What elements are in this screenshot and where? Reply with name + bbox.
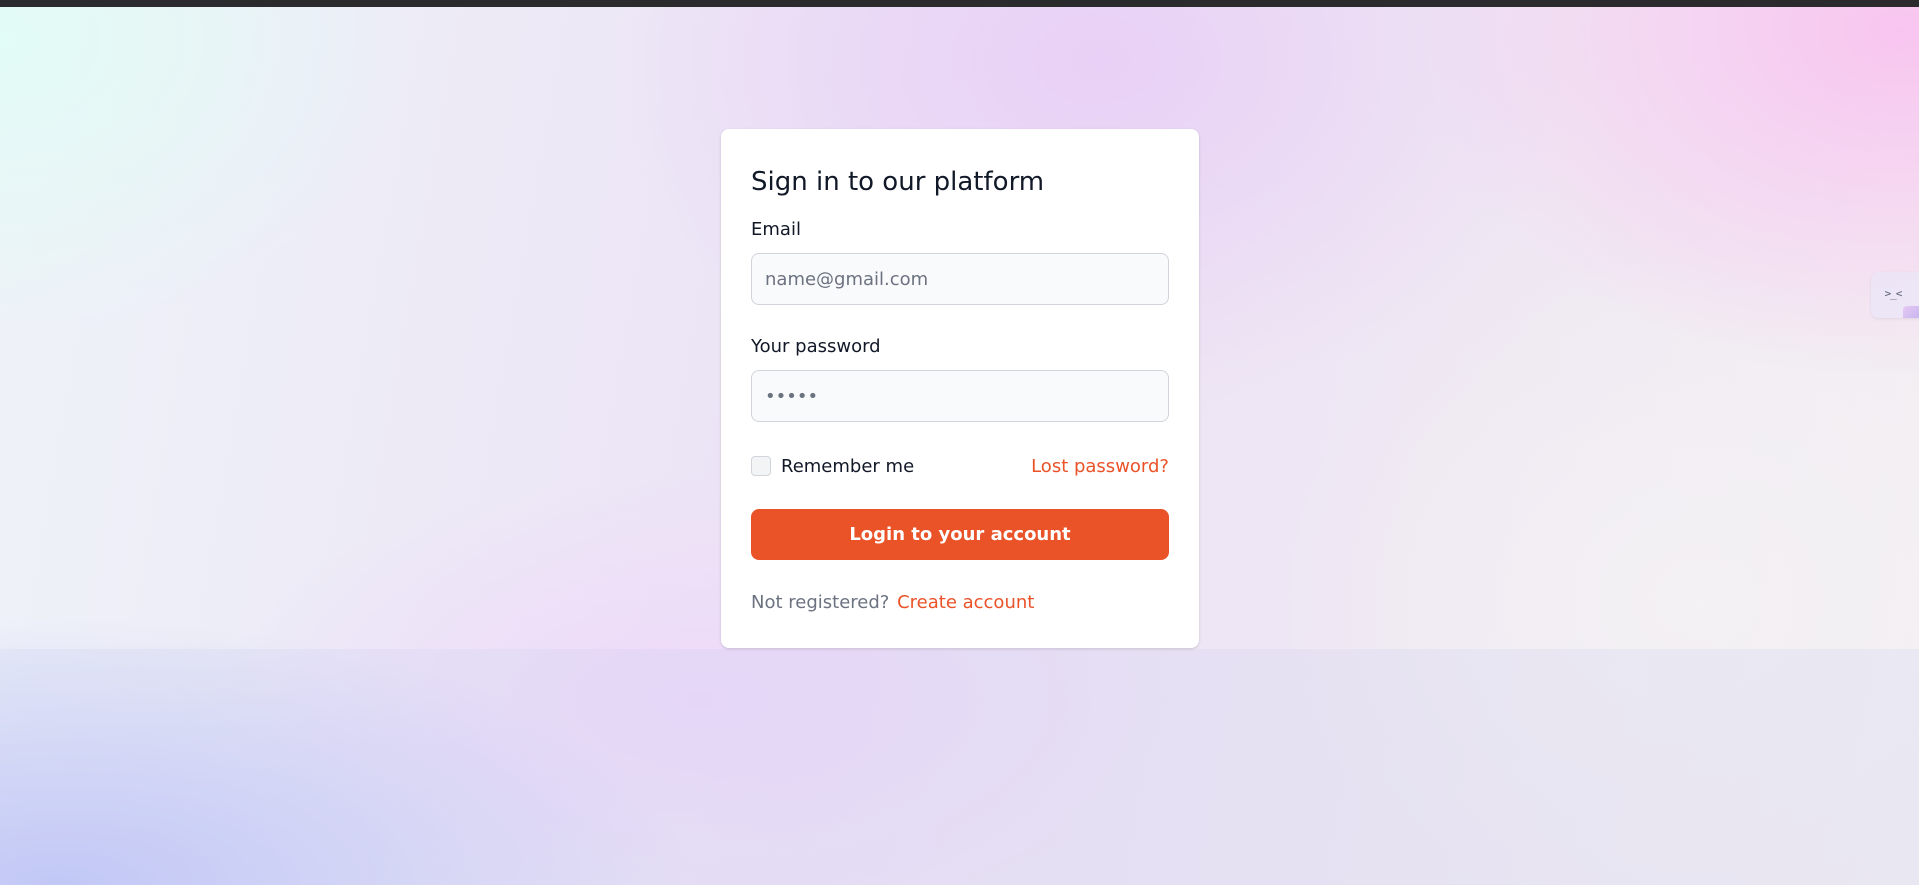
create-account-link[interactable]: Create account [897,592,1034,613]
widget-corner-decoration [1903,306,1919,318]
email-label: Email [751,219,801,240]
side-widget-tab[interactable]: >_< [1871,272,1919,318]
register-prompt: Not registered? Create account [751,590,1169,616]
not-registered-text: Not registered? [751,592,890,613]
browser-top-bar [0,0,1919,7]
remember-me-toggle[interactable]: Remember me [751,456,914,477]
lost-password-link[interactable]: Lost password? [1031,456,1169,477]
password-label: Your password [751,336,881,357]
background-band [0,649,1919,885]
remember-me-checkbox[interactable] [751,456,771,476]
login-title: Sign in to our platform [751,167,1045,197]
remember-me-label: Remember me [781,455,915,477]
remember-row: Remember me Lost password? [751,452,1169,480]
password-input[interactable] [751,370,1169,422]
login-card: Sign in to our platform Email Your passw… [721,129,1199,648]
email-input[interactable] [751,253,1169,305]
login-button[interactable]: Login to your account [751,509,1169,560]
collapse-arrows-icon: >_< [1884,286,1903,300]
